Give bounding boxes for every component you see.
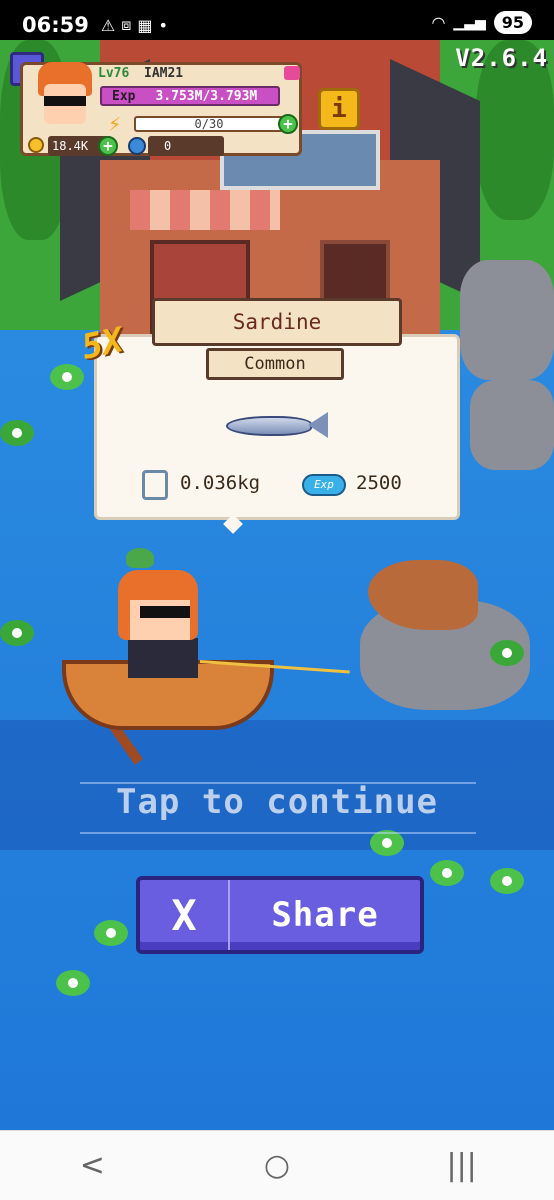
tap-divider-bottom (80, 832, 476, 834)
dot-icon: • (158, 15, 168, 35)
share-button[interactable]: X Share (136, 876, 424, 954)
gem-icon (128, 137, 146, 155)
x-logo-icon: X (140, 880, 230, 950)
exp-reward: 2500 (356, 472, 402, 494)
home-button[interactable]: ○ (247, 1148, 307, 1183)
signal-icon: ▁▃▅ (453, 14, 486, 31)
rock (460, 260, 554, 380)
parrot (126, 548, 154, 568)
scale-icon (142, 470, 168, 500)
exp-chip: Exp (302, 474, 346, 496)
recents-button[interactable]: ||| (432, 1148, 492, 1183)
fish-body (226, 416, 312, 436)
player-username: IAM21 (144, 66, 184, 81)
energy-row: ⚡ 0/30 + (108, 112, 298, 137)
version-label: V2.6.4 (455, 44, 548, 72)
lily-pad (0, 620, 34, 646)
avatar-sunglasses (44, 96, 86, 106)
lily-pad (490, 868, 524, 894)
lily-pad (430, 860, 464, 886)
rock (470, 380, 554, 470)
add-coins-button[interactable]: + (98, 136, 118, 156)
exp-bar-value: 3.753M/3.793M (155, 88, 258, 104)
status-right: ◠ ▁▃▅ 95 (431, 11, 532, 34)
exp-bar-label: Exp (112, 88, 136, 104)
energy-bolt-icon: ⚡ (108, 112, 122, 137)
info-button[interactable]: i (318, 88, 360, 130)
house-awning (130, 190, 280, 230)
catch-multiplier: 5X (78, 320, 127, 368)
wifi-icon: ◠ (431, 13, 446, 32)
screenshot-icon: ⧈ (121, 15, 132, 34)
lily-pad (94, 920, 128, 946)
lily-pad (0, 420, 34, 446)
player-sunglasses (140, 606, 190, 618)
lily-pad (490, 640, 524, 666)
back-button[interactable]: < (62, 1148, 122, 1183)
system-nav-bar: < ○ ||| (0, 1130, 554, 1200)
player-body (128, 638, 198, 678)
add-energy-button[interactable]: + (278, 114, 298, 134)
energy-bar: 0/30 (134, 116, 284, 132)
lily-pad (56, 970, 90, 996)
currency-row: 18.4K + 0 (22, 136, 224, 156)
battery-indicator: 95 (493, 11, 532, 34)
lily-pad (50, 364, 84, 390)
sardine-fish-icon (226, 412, 328, 438)
profile-card-icon[interactable] (284, 66, 300, 80)
status-time: 06:59 (22, 13, 89, 37)
gem-amount: 0 (148, 136, 224, 156)
exp-bar: Exp 3.753M/3.793M (100, 86, 280, 106)
tap-to-continue[interactable]: Tap to continue (0, 782, 554, 822)
avatar[interactable] (34, 58, 96, 130)
fish-tail (308, 412, 328, 438)
fish-weight: 0.036kg (180, 472, 261, 494)
game-scene[interactable] (0, 40, 554, 1130)
coin-icon (28, 137, 44, 153)
player-level: Lv76 (98, 66, 130, 81)
calendar-icon: ▦ (137, 15, 153, 35)
fish-rarity: Common (206, 348, 344, 380)
warning-icon: ⚠ (100, 15, 116, 35)
fish-name: Sardine (152, 298, 402, 346)
status-icons: ⚠ ⧈ ▦ • (101, 15, 168, 35)
share-label: Share (271, 895, 379, 935)
